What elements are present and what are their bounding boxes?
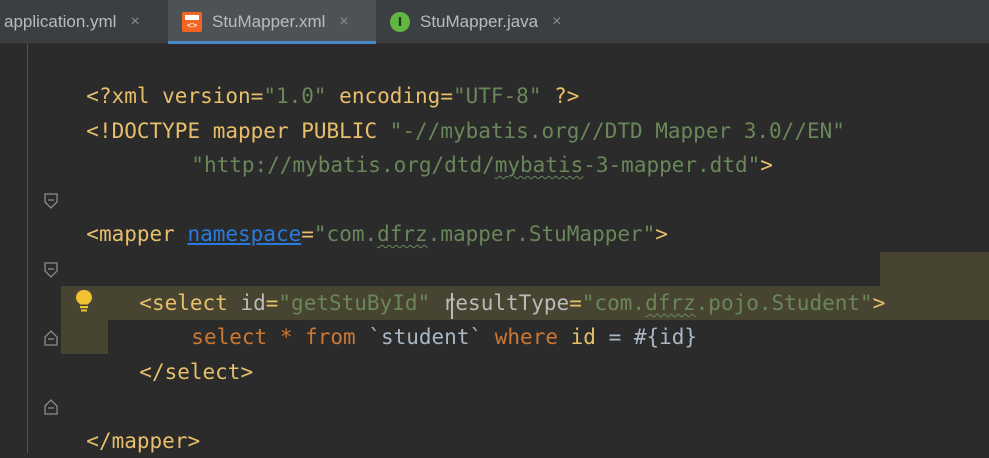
string-value: .mapper.StuMapper" bbox=[427, 222, 656, 246]
tab-stumapper-xml[interactable]: <> StuMapper.xml × bbox=[168, 0, 376, 44]
gutter-separator bbox=[27, 44, 28, 453]
close-icon[interactable]: × bbox=[130, 13, 139, 31]
sql-keyword: from bbox=[305, 325, 369, 349]
tab-label: StuMapper.xml bbox=[212, 12, 326, 31]
code-line-5[interactable]: <mapper namespace="com.dfrz.mapper.StuMa… bbox=[61, 183, 668, 246]
code-line-8[interactable]: select * from `student` where id = #{id} bbox=[166, 286, 697, 349]
fold-end-icon[interactable] bbox=[44, 399, 58, 415]
tab-label: StuMapper.java bbox=[420, 12, 539, 31]
tab-stumapper-java[interactable]: I StuMapper.java × bbox=[376, 0, 596, 44]
text-caret bbox=[451, 293, 453, 319]
sql-column: id bbox=[570, 325, 609, 349]
fold-open-icon[interactable] bbox=[44, 193, 58, 209]
tag-close: > bbox=[655, 222, 668, 246]
close-icon[interactable]: × bbox=[339, 13, 348, 31]
string-value: -3-mapper.dtd" bbox=[583, 153, 761, 177]
code-line-3[interactable]: "http://mybatis.org/dtd/mybatis-3-mapper… bbox=[166, 114, 773, 177]
sql-parameter: #{id} bbox=[633, 325, 698, 349]
selection-highlight bbox=[880, 252, 989, 286]
tag-close: > bbox=[760, 153, 773, 177]
tab-label: application.yml bbox=[4, 12, 117, 31]
typo-word: mybatis bbox=[494, 153, 584, 177]
code-line-9[interactable]: </select> bbox=[114, 321, 253, 384]
equals: = bbox=[301, 222, 314, 246]
mapper-open-tag: <mapper bbox=[86, 222, 188, 246]
fold-open-icon[interactable] bbox=[44, 262, 58, 278]
typo-word: dfrz bbox=[377, 222, 428, 246]
namespace-attr-link[interactable]: namespace bbox=[187, 222, 301, 246]
sql-operator: = bbox=[608, 325, 634, 349]
java-interface-icon: I bbox=[390, 12, 410, 32]
code-line-1[interactable]: <?xml version="1.0" encoding="UTF-8" ?> bbox=[61, 45, 579, 108]
code-line-2[interactable]: <!DOCTYPE mapper PUBLIC "-//mybatis.org/… bbox=[61, 80, 845, 143]
code-line-11[interactable]: </mapper> bbox=[61, 390, 200, 453]
string-value: "com. bbox=[313, 222, 378, 246]
select-close-tag: </select> bbox=[139, 360, 254, 384]
active-tab-indicator bbox=[168, 41, 376, 44]
code-line-7[interactable]: <select id="getStuById" resultType="com.… bbox=[114, 252, 885, 315]
mapper-close-tag: </mapper> bbox=[86, 429, 201, 453]
string-value: "http://mybatis.org/dtd/ bbox=[191, 153, 495, 177]
tab-application-yml[interactable]: application.yml × bbox=[0, 0, 168, 44]
lightbulb-icon[interactable] bbox=[74, 289, 94, 313]
sql-keyword: where bbox=[494, 325, 571, 349]
fold-end-icon[interactable] bbox=[44, 330, 58, 346]
sql-star: * bbox=[279, 325, 306, 349]
xml-file-icon: <> bbox=[182, 12, 202, 32]
tag-close: > bbox=[872, 291, 886, 315]
editor-tab-bar: application.yml × <> StuMapper.xml × I S… bbox=[0, 0, 989, 44]
sql-table-name: `student` bbox=[368, 325, 495, 349]
string-value: .pojo.Student" bbox=[695, 291, 873, 315]
close-icon[interactable]: × bbox=[552, 13, 561, 31]
